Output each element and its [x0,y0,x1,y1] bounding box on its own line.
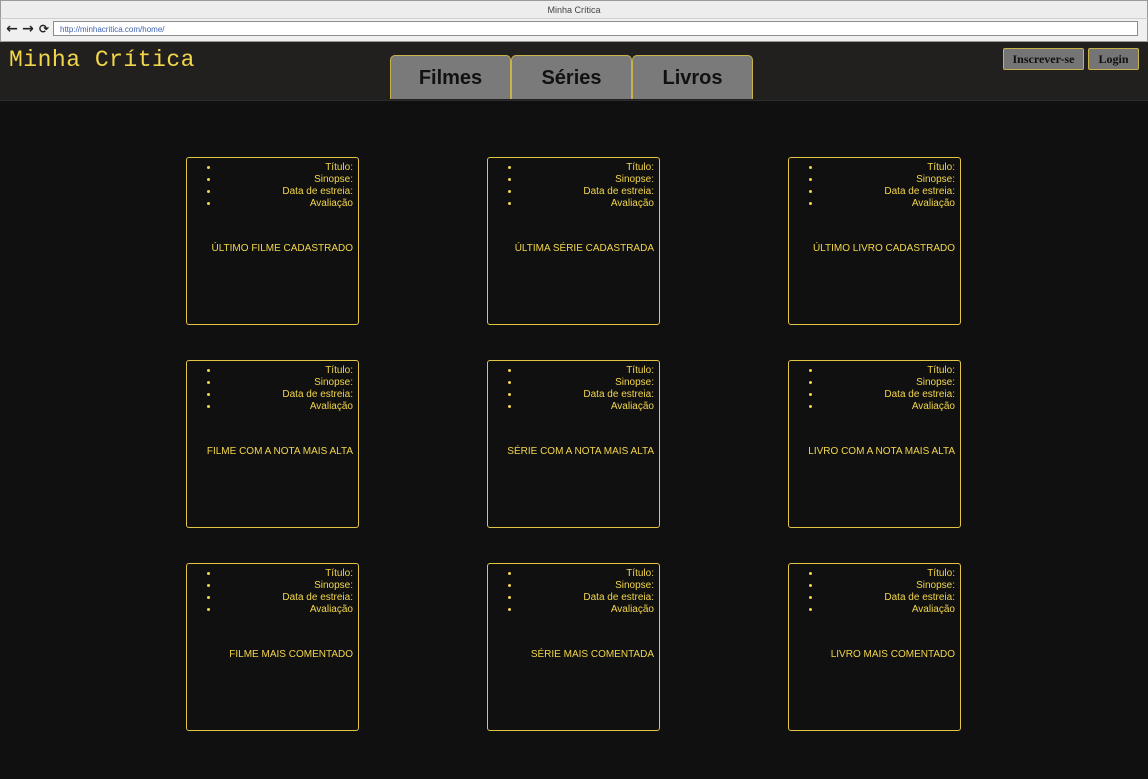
field-synopsis: Sinopse: [219,580,353,592]
field-release-date: Data de estreia: [821,186,955,198]
field-release-date: Data de estreia: [520,592,654,604]
field-synopsis: Sinopse: [219,377,353,389]
card-field-list: Título: Sinopse: Data de estreia: Avalia… [789,361,960,413]
field-synopsis: Sinopse: [520,580,654,592]
window-title: Minha Crítica [0,0,1148,19]
field-rating: Avaliação [821,198,955,210]
card-caption: LIVRO COM A NOTA MAIS ALTA [808,446,955,457]
arrow-right-icon[interactable]: → [21,22,35,36]
card-caption: SÉRIE COM A NOTA MAIS ALTA [507,446,654,457]
tab-series[interactable]: Séries [511,55,632,99]
field-rating: Avaliação [520,401,654,413]
site-logo[interactable]: Minha Crítica [9,47,195,73]
field-title: Título: [520,365,654,377]
field-rating: Avaliação [821,604,955,616]
address-bar[interactable]: http://minhacritica.com/home/ [53,21,1138,36]
field-release-date: Data de estreia: [520,186,654,198]
card-top-rated-book[interactable]: Título: Sinopse: Data de estreia: Avalia… [788,360,961,528]
tab-livros[interactable]: Livros [632,55,753,99]
field-rating: Avaliação [520,198,654,210]
field-release-date: Data de estreia: [219,186,353,198]
field-title: Título: [219,568,353,580]
field-rating: Avaliação [821,401,955,413]
card-field-list: Título: Sinopse: Data de estreia: Avalia… [488,158,659,210]
field-title: Título: [821,162,955,174]
card-most-commented-series[interactable]: Título: Sinopse: Data de estreia: Avalia… [487,563,660,731]
card-field-list: Título: Sinopse: Data de estreia: Avalia… [187,361,358,413]
card-field-list: Título: Sinopse: Data de estreia: Avalia… [789,564,960,616]
field-release-date: Data de estreia: [821,389,955,401]
site-header: Minha Crítica Filmes Séries Livros Inscr… [0,42,1148,101]
field-title: Título: [821,568,955,580]
field-release-date: Data de estreia: [219,389,353,401]
field-title: Título: [520,162,654,174]
field-rating: Avaliação [219,198,353,210]
field-rating: Avaliação [520,604,654,616]
field-synopsis: Sinopse: [821,174,955,186]
card-field-list: Título: Sinopse: Data de estreia: Avalia… [488,361,659,413]
browser-window: Minha Crítica ← → ⟳ http://minhacritica.… [0,0,1148,779]
card-most-commented-book[interactable]: Título: Sinopse: Data de estreia: Avalia… [788,563,961,731]
card-caption: FILME COM A NOTA MAIS ALTA [206,446,353,457]
field-synopsis: Sinopse: [821,377,955,389]
card-field-list: Título: Sinopse: Data de estreia: Avalia… [187,158,358,210]
field-synopsis: Sinopse: [520,377,654,389]
arrow-left-icon[interactable]: ← [5,22,19,36]
field-synopsis: Sinopse: [520,174,654,186]
tab-filmes[interactable]: Filmes [390,55,511,99]
card-caption: ÚLTIMO FILME CADASTRADO [211,243,354,254]
card-caption: ÚLTIMO LIVRO CADASTRADO [812,243,955,254]
login-button[interactable]: Login [1088,48,1139,70]
field-release-date: Data de estreia: [219,592,353,604]
card-field-list: Título: Sinopse: Data de estreia: Avalia… [789,158,960,210]
category-tabs: Filmes Séries Livros [390,55,753,100]
field-release-date: Data de estreia: [821,592,955,604]
field-title: Título: [821,365,955,377]
card-latest-series[interactable]: Título: Sinopse: Data de estreia: Avalia… [487,157,660,325]
field-title: Título: [219,162,353,174]
card-caption: ÚLTIMA SÉRIE CADASTRADA [514,243,654,254]
field-synopsis: Sinopse: [219,174,353,186]
card-most-commented-movie[interactable]: Título: Sinopse: Data de estreia: Avalia… [186,563,359,731]
field-title: Título: [520,568,654,580]
card-field-list: Título: Sinopse: Data de estreia: Avalia… [488,564,659,616]
field-release-date: Data de estreia: [520,389,654,401]
signup-button[interactable]: Inscrever-se [1003,48,1084,70]
browser-toolbar: ← → ⟳ http://minhacritica.com/home/ [0,18,1148,42]
reload-icon[interactable]: ⟳ [37,22,51,36]
card-top-rated-series[interactable]: Título: Sinopse: Data de estreia: Avalia… [487,360,660,528]
card-latest-movie[interactable]: Título: Sinopse: Data de estreia: Avalia… [186,157,359,325]
field-synopsis: Sinopse: [821,580,955,592]
card-field-list: Título: Sinopse: Data de estreia: Avalia… [187,564,358,616]
card-caption: FILME MAIS COMENTADO [229,649,353,660]
field-rating: Avaliação [219,401,353,413]
card-caption: SÉRIE MAIS COMENTADA [530,649,654,660]
card-caption: LIVRO MAIS COMENTADO [830,649,955,660]
card-top-rated-movie[interactable]: Título: Sinopse: Data de estreia: Avalia… [186,360,359,528]
card-latest-book[interactable]: Título: Sinopse: Data de estreia: Avalia… [788,157,961,325]
field-title: Título: [219,365,353,377]
field-rating: Avaliação [219,604,353,616]
